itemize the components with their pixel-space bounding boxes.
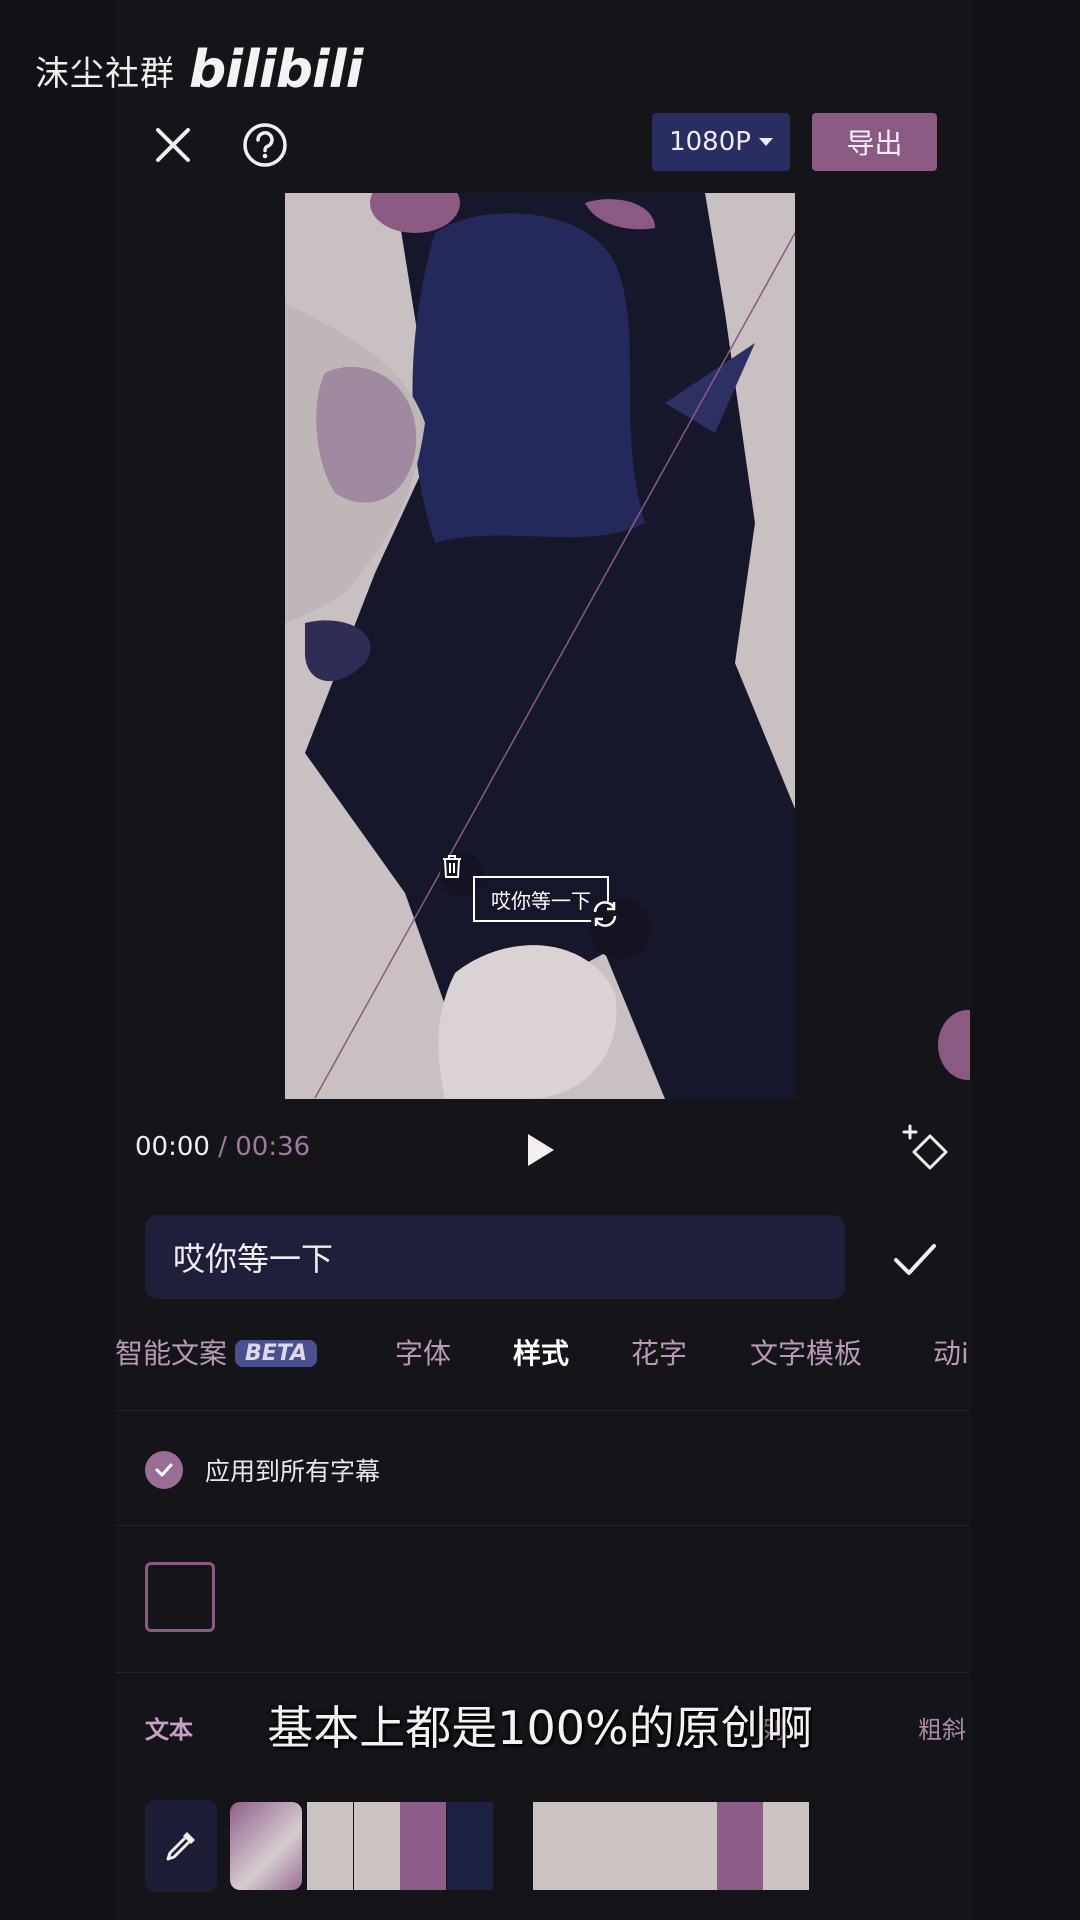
divider bbox=[115, 1672, 970, 1673]
color-swatch[interactable] bbox=[400, 1802, 446, 1890]
total-time: 00:36 bbox=[235, 1132, 311, 1162]
video-caption: 基本上都是100%的原创啊 bbox=[267, 1701, 813, 1755]
editor-tabs: 智能文案 BETA 字体 样式 花字 文字模板 动i bbox=[115, 1332, 970, 1382]
keyframe-button[interactable] bbox=[900, 1122, 952, 1174]
help-icon[interactable] bbox=[237, 117, 293, 173]
subtitle-box[interactable]: 哎你等一下 bbox=[473, 876, 609, 922]
editor-app: 1080P 导出 哎你等一下 00:00 / 00:36 哎你等一下 智能文案 … bbox=[115, 0, 970, 1920]
color-swatch[interactable] bbox=[447, 1802, 493, 1890]
style-preset-none[interactable] bbox=[145, 1562, 215, 1632]
color-swatch[interactable] bbox=[579, 1802, 625, 1890]
rotate-subtitle-handle[interactable] bbox=[590, 899, 650, 959]
color-swatch-gradient[interactable] bbox=[230, 1802, 302, 1890]
video-frame-art bbox=[285, 193, 795, 1099]
apply-all-label: 应用到所有字幕 bbox=[205, 1457, 381, 1486]
resolution-select[interactable]: 1080P bbox=[652, 113, 790, 171]
beta-badge: BETA bbox=[235, 1340, 318, 1367]
side-scroll-knob[interactable] bbox=[938, 1010, 970, 1080]
divider bbox=[115, 1410, 970, 1411]
play-icon bbox=[528, 1134, 554, 1166]
keyframe-add-icon bbox=[902, 1124, 948, 1170]
trash-icon bbox=[443, 855, 461, 878]
color-swatch[interactable] bbox=[354, 1802, 400, 1890]
check-circle-icon bbox=[145, 1451, 183, 1489]
video-preview[interactable]: 哎你等一下 bbox=[285, 193, 795, 1099]
bilibili-logo: bilibili bbox=[189, 40, 363, 100]
tab-text-template[interactable]: 文字模板 bbox=[750, 1332, 862, 1372]
confirm-button[interactable] bbox=[888, 1232, 942, 1286]
apply-all-toggle[interactable]: 应用到所有字幕 bbox=[145, 1450, 380, 1490]
close-icon[interactable] bbox=[145, 117, 201, 173]
rotate-icon bbox=[593, 901, 617, 927]
time-separator: / bbox=[209, 1132, 236, 1162]
color-swatch[interactable] bbox=[717, 1802, 763, 1890]
divider bbox=[115, 1525, 970, 1526]
tab-animation[interactable]: 动i bbox=[933, 1332, 969, 1372]
play-button[interactable] bbox=[520, 1128, 560, 1172]
eyedropper-icon bbox=[166, 1832, 195, 1861]
color-swatch[interactable] bbox=[307, 1802, 353, 1890]
color-swatch[interactable] bbox=[671, 1802, 717, 1890]
export-button[interactable]: 导出 bbox=[812, 113, 937, 171]
playback-bar: 00:00 / 00:36 bbox=[115, 1120, 970, 1180]
color-palette bbox=[145, 1800, 970, 1892]
tab-font[interactable]: 字体 bbox=[395, 1332, 451, 1372]
tab-smart-copy[interactable]: 智能文案 BETA bbox=[115, 1332, 318, 1372]
color-swatch[interactable] bbox=[763, 1802, 809, 1890]
tab-style[interactable]: 样式 bbox=[513, 1332, 569, 1372]
eyedropper-button[interactable] bbox=[145, 1800, 217, 1892]
tab-smart-copy-label: 智能文案 bbox=[115, 1337, 228, 1370]
tab-fancy-text[interactable]: 花字 bbox=[631, 1332, 687, 1372]
current-time: 00:00 bbox=[135, 1132, 210, 1162]
subtitle-text-input[interactable]: 哎你等一下 bbox=[145, 1215, 845, 1299]
watermark: 沫尘社群 bilibili bbox=[35, 40, 363, 100]
color-swatch[interactable] bbox=[625, 1802, 671, 1890]
resolution-label: 1080P bbox=[669, 127, 751, 157]
checkmark-icon bbox=[894, 1244, 936, 1275]
timecode: 00:00 / 00:36 bbox=[135, 1132, 310, 1162]
color-swatch[interactable] bbox=[533, 1802, 579, 1890]
watermark-text: 沫尘社群 bbox=[35, 53, 175, 94]
caret-down-icon bbox=[758, 138, 773, 146]
top-bar: 1080P 导出 bbox=[115, 105, 970, 185]
